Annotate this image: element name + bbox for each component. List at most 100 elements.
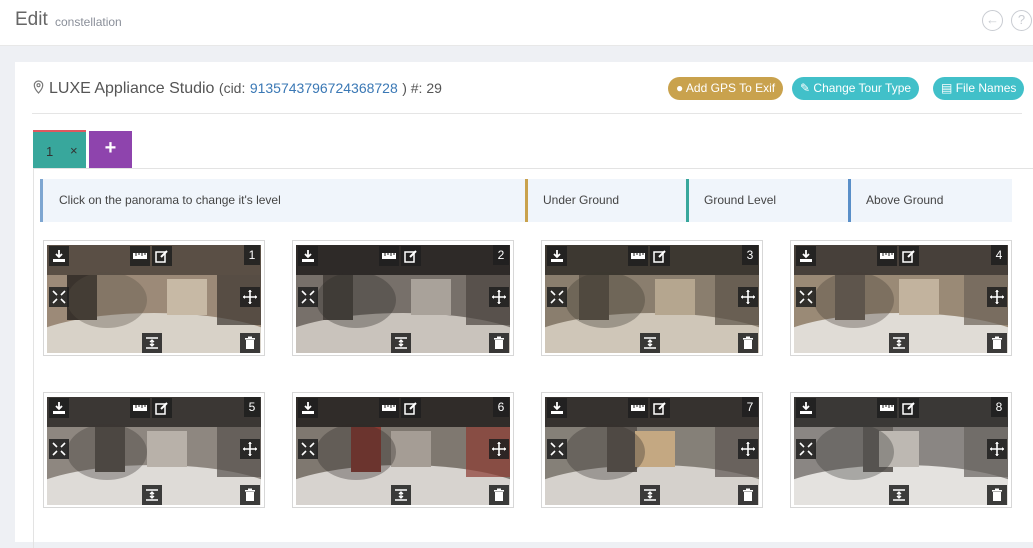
divider [32, 113, 1022, 114]
trash-icon[interactable] [738, 333, 758, 353]
close-icon[interactable]: × [70, 143, 78, 158]
edit-icon[interactable] [401, 246, 421, 266]
panorama-thumb[interactable]: 7 [541, 392, 763, 508]
page-title: Edit [15, 9, 48, 30]
panorama-thumb[interactable]: 6 [292, 392, 514, 508]
compress-icon[interactable] [547, 439, 567, 459]
location-heading: LUXE Appliance Studio (cid: 913574379672… [32, 80, 442, 98]
download-icon[interactable] [298, 246, 318, 266]
panorama-thumb[interactable]: 3 [541, 240, 763, 356]
file-names-label: File Names [955, 81, 1017, 95]
download-icon[interactable] [49, 398, 69, 418]
align-icon[interactable] [889, 333, 909, 353]
panorama-number: 8 [991, 397, 1007, 417]
cid-suffix: ) #: 29 [402, 80, 442, 96]
edit-icon[interactable] [152, 398, 172, 418]
tab-label: 1 [46, 144, 54, 159]
download-icon[interactable] [49, 246, 69, 266]
move-icon[interactable] [987, 287, 1007, 307]
edit-icon[interactable] [899, 398, 919, 418]
edit-icon[interactable] [899, 246, 919, 266]
move-icon[interactable] [489, 439, 509, 459]
align-icon[interactable] [142, 333, 162, 353]
trash-icon[interactable] [240, 485, 260, 505]
align-icon[interactable] [391, 485, 411, 505]
trash-icon[interactable] [987, 333, 1007, 353]
edit-icon: ✎ [800, 81, 811, 95]
move-icon[interactable] [489, 287, 509, 307]
level-legend: Click on the panorama to change it's lev… [40, 179, 1012, 222]
ruler-icon[interactable] [628, 398, 648, 418]
tab-level-1[interactable]: 1 × [33, 130, 86, 169]
align-icon[interactable] [640, 485, 660, 505]
compress-icon[interactable] [796, 439, 816, 459]
ruler-icon[interactable] [877, 246, 897, 266]
download-icon[interactable] [796, 246, 816, 266]
compress-icon[interactable] [796, 287, 816, 307]
trash-icon[interactable] [240, 333, 260, 353]
file-icon: ▤ [941, 81, 953, 95]
change-tour-type-button[interactable]: ✎ Change Tour Type [792, 77, 920, 100]
trash-icon[interactable] [987, 485, 1007, 505]
align-icon[interactable] [889, 485, 909, 505]
panorama-number: 1 [244, 245, 260, 265]
ruler-icon[interactable] [130, 398, 150, 418]
download-icon[interactable] [298, 398, 318, 418]
change-tour-type-label: Change Tour Type [813, 81, 912, 95]
level-above-ground[interactable]: Above Ground [848, 179, 1012, 222]
level-ground[interactable]: Ground Level [686, 179, 848, 222]
level-under-ground[interactable]: Under Ground [525, 179, 687, 222]
move-icon[interactable] [240, 439, 260, 459]
move-icon[interactable] [240, 287, 260, 307]
align-icon[interactable] [142, 485, 162, 505]
panorama-thumb[interactable]: 1 [43, 240, 265, 356]
panorama-number: 4 [991, 245, 1007, 265]
panorama-number: 2 [493, 245, 509, 265]
cid-link[interactable]: 9135743796724368728 [250, 80, 398, 96]
panorama-thumb[interactable]: 5 [43, 392, 265, 508]
download-icon[interactable] [547, 246, 567, 266]
page-subtitle: constellation [55, 15, 122, 29]
back-button[interactable]: ← [982, 10, 1003, 31]
compress-icon[interactable] [298, 439, 318, 459]
ruler-icon[interactable] [877, 398, 897, 418]
move-icon[interactable] [987, 439, 1007, 459]
trash-icon[interactable] [738, 485, 758, 505]
edit-icon[interactable] [650, 398, 670, 418]
download-icon[interactable] [796, 398, 816, 418]
add-gps-label: Add GPS To Exif [685, 81, 776, 95]
compress-icon[interactable] [298, 287, 318, 307]
compress-icon[interactable] [49, 287, 69, 307]
ruler-icon[interactable] [628, 246, 648, 266]
help-button[interactable]: ? [1011, 10, 1032, 31]
panorama-thumb[interactable]: 8 [790, 392, 1012, 508]
move-icon[interactable] [738, 287, 758, 307]
panorama-number: 7 [742, 397, 758, 417]
panorama-number: 6 [493, 397, 509, 417]
map-pin-icon [33, 80, 44, 94]
trash-icon[interactable] [489, 485, 509, 505]
align-icon[interactable] [640, 333, 660, 353]
compress-icon[interactable] [49, 439, 69, 459]
move-icon[interactable] [738, 439, 758, 459]
add-gps-button[interactable]: ● Add GPS To Exif [668, 77, 784, 100]
edit-icon[interactable] [650, 246, 670, 266]
edit-card: LUXE Appliance Studio (cid: 913574379672… [15, 62, 1033, 548]
panorama-thumb[interactable]: 4 [790, 240, 1012, 356]
trash-icon[interactable] [489, 333, 509, 353]
top-header: Edit constellation ← ? [0, 0, 1033, 46]
location-name: LUXE Appliance Studio [49, 80, 215, 97]
edit-icon[interactable] [152, 246, 172, 266]
compress-icon[interactable] [547, 287, 567, 307]
ruler-icon[interactable] [379, 246, 399, 266]
edit-icon[interactable] [401, 398, 421, 418]
download-icon[interactable] [547, 398, 567, 418]
ruler-icon[interactable] [130, 246, 150, 266]
add-tab-button[interactable]: + [89, 131, 132, 168]
level-hint: Click on the panorama to change it's lev… [40, 179, 526, 222]
panorama-thumb[interactable]: 2 [292, 240, 514, 356]
ruler-icon[interactable] [379, 398, 399, 418]
panorama-number: 3 [742, 245, 758, 265]
align-icon[interactable] [391, 333, 411, 353]
file-names-button[interactable]: ▤ File Names [933, 77, 1025, 100]
